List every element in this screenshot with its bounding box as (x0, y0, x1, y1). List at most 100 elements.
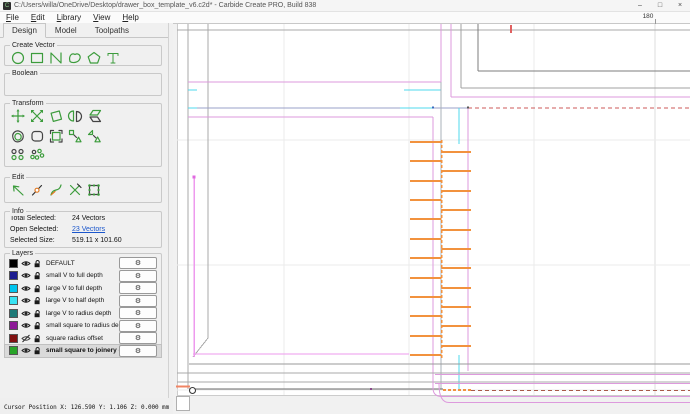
info-section: Info Total Selected: 24 Vectors Open Sel… (4, 211, 162, 248)
eye-visible-icon[interactable] (21, 284, 31, 293)
minimize-button[interactable]: – (630, 0, 650, 11)
scale-tool-icon[interactable] (29, 108, 45, 124)
panel-tabs: Design Model Toolpaths (0, 23, 168, 38)
gear-button[interactable]: ⚙ (119, 332, 157, 344)
layer-row[interactable]: large V to half depth ⚙ (5, 295, 161, 308)
open-vectors-link[interactable]: 23 Vectors (72, 226, 105, 234)
lock-icon[interactable] (33, 309, 42, 318)
layer-row[interactable]: large V to full depth ⚙ (5, 282, 161, 295)
eye-hidden-icon[interactable] (21, 334, 31, 343)
info-selected-size: Selected Size: 519.11 x 101.60 (10, 237, 161, 245)
gear-button[interactable]: ⚙ (119, 295, 157, 307)
fillet-tool-icon[interactable] (29, 128, 45, 144)
layer-row[interactable]: DEFAULT ⚙ (5, 257, 161, 270)
gear-button[interactable]: ⚙ (119, 282, 157, 294)
align-distribute-tool-icon[interactable] (86, 128, 102, 144)
curve-edit-tool-icon[interactable] (48, 182, 64, 198)
rectangle-tool-icon[interactable] (29, 50, 45, 66)
menu-file[interactable]: File (0, 13, 25, 22)
menu-help[interactable]: Help (116, 13, 144, 22)
eye-visible-icon[interactable] (21, 321, 31, 330)
trim-tool-icon[interactable] (48, 128, 64, 144)
lock-icon[interactable] (33, 334, 42, 343)
section-title: Boolean (10, 69, 40, 78)
boolean-section: Boolean (4, 73, 162, 96)
layer-name: large V to half depth (46, 297, 119, 304)
layer-color-swatch[interactable] (9, 309, 18, 318)
array-grid-tool-icon[interactable] (10, 148, 26, 161)
gear-button[interactable]: ⚙ (119, 320, 157, 332)
layer-color-swatch[interactable] (9, 334, 18, 343)
layer-color-swatch[interactable] (9, 284, 18, 293)
circle-tool-icon[interactable] (10, 50, 26, 66)
align-tool-icon[interactable] (67, 128, 83, 144)
scrollbar-corner (176, 396, 190, 411)
menu-library[interactable]: Library (51, 13, 87, 22)
layer-name: small square to joinery depth (46, 347, 119, 354)
lock-icon[interactable] (33, 271, 42, 280)
tab-toolpaths[interactable]: Toolpaths (86, 23, 138, 38)
window-title: C:/Users/willa/OneDrive/Desktop/drawer_b… (14, 2, 316, 9)
array-circular-tool-icon[interactable] (29, 148, 45, 161)
layer-name: square radius offset (46, 335, 119, 342)
layer-color-swatch[interactable] (9, 259, 18, 268)
gear-button[interactable]: ⚙ (119, 257, 157, 269)
gear-button[interactable]: ⚙ (119, 270, 157, 282)
layer-row[interactable]: small square to radius depth ⚙ (5, 320, 161, 333)
window-controls: – □ × (630, 0, 690, 11)
boundary-tool-icon[interactable] (86, 182, 102, 198)
layer-name: small V to full depth (46, 272, 119, 279)
lock-icon[interactable] (33, 259, 42, 268)
eye-visible-icon[interactable] (21, 296, 31, 305)
cut-vector-tool-icon[interactable] (67, 182, 83, 198)
text-tool-icon[interactable] (105, 50, 121, 66)
layer-color-swatch[interactable] (9, 346, 18, 355)
section-title: Layers (10, 249, 35, 258)
offset-tool-icon[interactable] (10, 128, 26, 144)
layer-color-swatch[interactable] (9, 321, 18, 330)
ruler-tick (655, 19, 656, 24)
layers-list: DEFAULT ⚙ small V to full depth ⚙ large … (5, 254, 161, 357)
select-tool-icon[interactable] (10, 182, 26, 198)
transform-section: Transform (4, 103, 162, 167)
close-button[interactable]: × (670, 0, 690, 11)
layer-color-swatch[interactable] (9, 271, 18, 280)
polyline-tool-icon[interactable] (48, 50, 64, 66)
ruler-value-label: 180 (634, 13, 662, 20)
layer-name: large V to full depth (46, 285, 119, 292)
maximize-button[interactable]: □ (650, 0, 670, 11)
polygon-tool-icon[interactable] (86, 50, 102, 66)
tab-model[interactable]: Model (46, 23, 86, 38)
gear-button[interactable]: ⚙ (119, 345, 157, 357)
layer-row[interactable]: small square to joinery depth ⚙ (5, 345, 161, 358)
layer-row[interactable]: large V to radius depth ⚙ (5, 307, 161, 320)
cursor-position-readout: Cursor Position X: 126.590 Y: 1.106 Z: 0… (4, 404, 169, 411)
layer-row[interactable]: small V to full depth ⚙ (5, 270, 161, 283)
lock-icon[interactable] (33, 296, 42, 305)
tab-design[interactable]: Design (3, 23, 46, 38)
create-vector-section: Create Vector (4, 45, 162, 66)
design-canvas[interactable]: 180 (173, 12, 690, 414)
rotate-tool-icon[interactable] (48, 108, 64, 124)
eye-visible-icon[interactable] (21, 309, 31, 318)
eye-visible-icon[interactable] (21, 346, 31, 355)
menu-edit[interactable]: Edit (25, 13, 51, 22)
flip-tool-icon[interactable] (86, 108, 102, 124)
layer-row[interactable]: square radius offset ⚙ (5, 332, 161, 345)
mirror-tool-icon[interactable] (67, 108, 83, 124)
layer-name: small square to radius depth (46, 322, 119, 329)
gear-button[interactable]: ⚙ (119, 307, 157, 319)
node-edit-tool-icon[interactable] (29, 182, 45, 198)
eye-visible-icon[interactable] (21, 271, 31, 280)
lock-icon[interactable] (33, 346, 42, 355)
lock-icon[interactable] (33, 321, 42, 330)
section-title: Transform (10, 99, 46, 108)
section-title: Info (10, 207, 26, 216)
layer-color-swatch[interactable] (9, 296, 18, 305)
curve-tool-icon[interactable] (67, 50, 83, 66)
eye-visible-icon[interactable] (21, 259, 31, 268)
lock-icon[interactable] (33, 284, 42, 293)
layer-name: large V to radius depth (46, 310, 119, 317)
move-tool-icon[interactable] (10, 108, 26, 124)
menu-view[interactable]: View (87, 13, 116, 22)
